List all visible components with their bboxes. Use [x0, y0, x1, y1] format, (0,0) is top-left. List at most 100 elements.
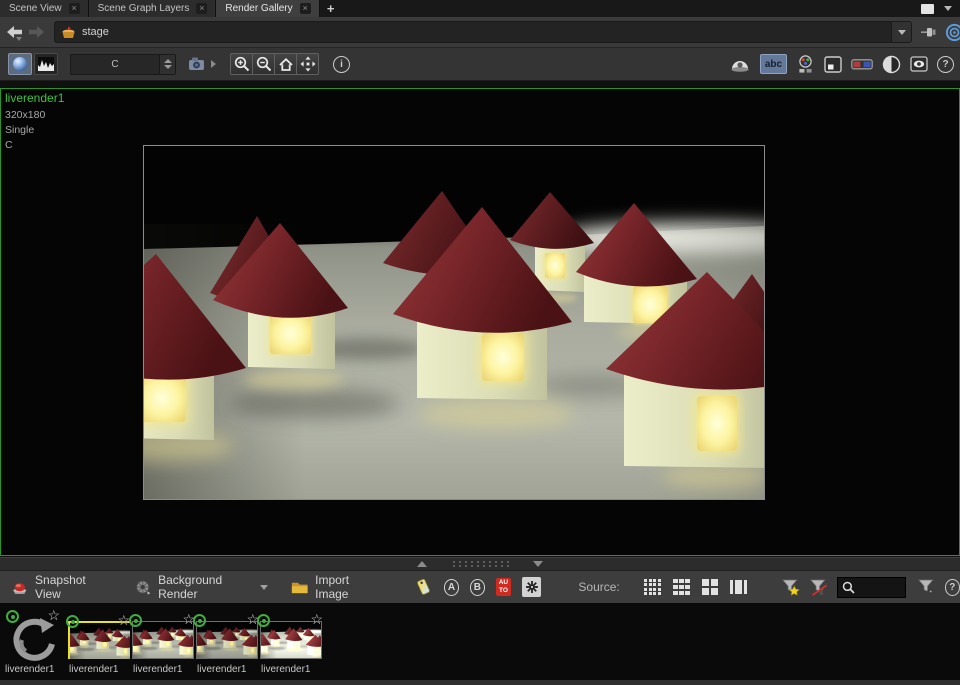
path-nav-bar: stage	[0, 17, 960, 48]
snapshot-label: liverender1	[133, 664, 182, 675]
render-mode-label: Single	[5, 123, 64, 138]
spinner-up-icon	[164, 59, 172, 63]
pin-icon[interactable]	[920, 26, 937, 39]
chevron-down-icon	[898, 30, 906, 35]
histogram-icon	[38, 57, 54, 71]
snapshot-thumbnail[interactable]: ☆	[68, 621, 130, 659]
forward-button[interactable]	[28, 22, 46, 42]
filter-favorites-icon[interactable]	[781, 578, 800, 597]
close-icon[interactable]: ×	[196, 3, 207, 14]
history-caret-icon	[16, 37, 22, 41]
maximize-pane-icon[interactable]	[921, 4, 934, 14]
zoom-out-icon	[256, 56, 272, 72]
gallery-toolbar: Snapshot View Background Render Import I…	[0, 570, 960, 603]
snapshot-menu-button[interactable]	[188, 56, 216, 72]
thumbnail-size-large-button[interactable]	[702, 579, 718, 595]
render-sphere-icon	[13, 57, 27, 71]
tab-scene-view[interactable]: Scene View ×	[0, 0, 89, 17]
render-view-toolbar: C	[0, 48, 960, 81]
color-correction-icon[interactable]	[796, 55, 815, 74]
compare-a-button[interactable]: A	[444, 579, 459, 596]
home-view-button[interactable]	[274, 53, 297, 75]
auto-label-bottom: TO	[499, 587, 508, 595]
home-icon	[278, 57, 294, 72]
snapshot-label: liverender1	[197, 664, 246, 675]
favorite-star-icon[interactable]: ☆	[310, 611, 323, 628]
live-badge-icon	[66, 615, 79, 628]
search-icon	[842, 581, 855, 594]
thumbnail-size-medium-button[interactable]	[673, 579, 690, 596]
render-viewport[interactable]: liverender1 320x180 Single C	[0, 88, 960, 556]
background-render-label: Background Render	[158, 573, 250, 601]
gallery-help-button[interactable]: ?	[945, 579, 960, 596]
path-dropdown-button[interactable]	[891, 22, 911, 42]
pane-tab-bar: Scene View × Scene Graph Layers × Render…	[0, 0, 960, 17]
live-badge-icon	[193, 614, 206, 627]
display-render-button[interactable]	[8, 53, 32, 75]
new-tab-button[interactable]: +	[320, 0, 342, 17]
region-render-icon[interactable]	[824, 56, 842, 73]
info-button[interactable]: i	[333, 56, 350, 73]
gear-icon	[525, 580, 539, 594]
histogram-button[interactable]	[34, 53, 58, 75]
close-icon[interactable]: ×	[300, 3, 311, 14]
chevron-right-icon	[211, 60, 216, 68]
collapse-down-icon[interactable]	[533, 561, 543, 567]
help-button[interactable]: ?	[937, 56, 954, 73]
auto-snapshot-button[interactable]: AU TO	[496, 578, 512, 596]
zoom-in-button[interactable]	[230, 53, 253, 75]
render-resolution-label: 320x180	[5, 108, 64, 123]
back-button[interactable]	[5, 22, 23, 42]
tag-icon[interactable]	[416, 577, 430, 597]
snapshot-label: liverender1	[5, 664, 54, 675]
gallery-search-field[interactable]	[837, 577, 906, 598]
3d-glasses-icon[interactable]	[851, 59, 873, 70]
list-view-button[interactable]	[730, 580, 747, 595]
tab-label: Scene View	[9, 3, 62, 14]
compare-b-button[interactable]: B	[470, 579, 485, 596]
source-label: Source:	[578, 580, 619, 594]
camera-spinner[interactable]	[159, 55, 175, 74]
rendered-image[interactable]	[143, 145, 765, 500]
snapshot-view-button[interactable]: Snapshot View	[11, 573, 105, 601]
zoom-in-icon	[234, 56, 250, 72]
spinner-down-icon	[164, 65, 172, 69]
contrast-icon[interactable]	[882, 55, 901, 74]
collapse-up-icon[interactable]	[417, 561, 427, 567]
import-image-label: Import Image	[315, 573, 377, 601]
camera-select[interactable]: C	[70, 54, 176, 75]
display-text-overlay-button[interactable]: abc	[760, 54, 787, 74]
snapshot-thumbnail[interactable]: ☆	[196, 621, 258, 659]
tab-render-gallery[interactable]: Render Gallery ×	[216, 0, 319, 17]
splitter-grip[interactable]	[451, 560, 509, 568]
snapshot-red-button-icon	[11, 579, 28, 596]
stage-icon	[61, 26, 76, 39]
snapshot-thumbnail[interactable]: ☆	[132, 621, 194, 659]
zoom-out-button[interactable]	[252, 53, 275, 75]
pane-menu-icon[interactable]	[944, 6, 952, 11]
thumbnail-size-small-button[interactable]	[644, 579, 661, 596]
forward-arrow-icon	[28, 25, 46, 39]
fit-view-button[interactable]	[296, 53, 319, 75]
chevron-down-icon	[260, 585, 268, 590]
expand-arrows-icon	[300, 56, 316, 72]
search-input[interactable]	[855, 582, 905, 593]
import-image-button[interactable]: Import Image	[291, 573, 377, 601]
filter-settings-icon[interactable]	[917, 578, 936, 597]
gallery-settings-button[interactable]	[522, 577, 541, 597]
tab-scene-graph-layers[interactable]: Scene Graph Layers ×	[89, 0, 217, 17]
dome-light-icon[interactable]	[729, 56, 751, 73]
link-target-icon[interactable]	[945, 23, 960, 42]
close-icon[interactable]: ×	[69, 3, 80, 14]
snapshot-thumbnail[interactable]: ☆	[260, 621, 322, 659]
favorite-star-icon[interactable]: ☆	[47, 607, 60, 624]
visualizer-eye-icon[interactable]	[910, 56, 928, 72]
filter-disabled-icon[interactable]	[809, 578, 828, 597]
tab-label: Render Gallery	[225, 3, 292, 14]
pane-splitter[interactable]	[0, 557, 960, 570]
path-field[interactable]: stage	[54, 21, 912, 43]
render-gallery-window: Scene View × Scene Graph Layers × Render…	[0, 0, 960, 685]
live-render-item[interactable]: ☆	[8, 616, 56, 662]
gallery-scrollbar[interactable]	[0, 680, 960, 685]
background-render-button[interactable]: Background Render	[135, 573, 268, 601]
